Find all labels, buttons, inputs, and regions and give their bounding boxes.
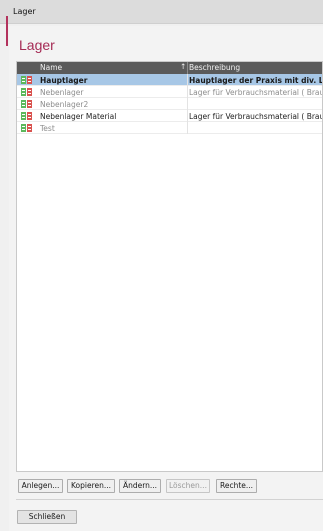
warehouse-shelf-icon bbox=[21, 112, 33, 120]
delete-button[interactable]: Löschen... bbox=[166, 479, 210, 493]
column-header-description[interactable]: Beschreibung bbox=[189, 63, 240, 72]
sort-asc-icon: ↑ bbox=[180, 62, 187, 71]
cell-separator bbox=[187, 110, 188, 122]
cell-separator bbox=[187, 86, 188, 98]
page-title: Lager bbox=[19, 37, 55, 53]
row-name: Nebenlager2 bbox=[40, 100, 89, 109]
row-name: Nebenlager Material bbox=[40, 112, 117, 121]
window-titlebar: Lager bbox=[0, 0, 323, 46]
create-button[interactable]: Anlegen... bbox=[18, 479, 63, 493]
cell-separator bbox=[187, 74, 188, 86]
row-description: Lager für Verbrauchsmaterial ( Braun bbox=[189, 112, 323, 121]
table-row[interactable]: Nebenlager2 bbox=[17, 98, 322, 110]
cell-separator bbox=[187, 98, 188, 110]
warehouse-shelf-icon bbox=[21, 124, 33, 132]
column-header-name[interactable]: Name bbox=[40, 63, 62, 72]
row-name: Test bbox=[40, 124, 55, 133]
close-button[interactable]: Schließen bbox=[17, 510, 77, 524]
warehouse-shelf-icon bbox=[21, 100, 33, 108]
copy-button[interactable]: Kopieren... bbox=[67, 479, 115, 493]
table-row[interactable]: Test bbox=[17, 122, 322, 134]
storage-table[interactable]: Name ↑ Beschreibung Hauptlager Hauptlage… bbox=[16, 61, 323, 472]
cell-separator bbox=[187, 122, 188, 134]
window-title: Lager bbox=[13, 7, 36, 16]
row-description: Lager für Verbrauchsmaterial ( Braun bbox=[189, 88, 323, 97]
row-name: Nebenlager bbox=[40, 88, 84, 97]
row-description: Hauptlager der Praxis mit div. La bbox=[189, 76, 323, 85]
column-separator[interactable] bbox=[187, 62, 188, 74]
rights-button[interactable]: Rechte... bbox=[216, 479, 257, 493]
warehouse-shelf-icon bbox=[21, 88, 33, 96]
table-header: Name ↑ Beschreibung bbox=[17, 62, 322, 74]
edit-button[interactable]: Ändern... bbox=[119, 479, 161, 493]
divider bbox=[16, 499, 323, 500]
table-row[interactable]: Nebenlager Material Lager für Verbrauchs… bbox=[17, 110, 322, 122]
table-row[interactable]: Nebenlager Lager für Verbrauchsmaterial … bbox=[17, 86, 322, 98]
table-row[interactable]: Hauptlager Hauptlager der Praxis mit div… bbox=[17, 74, 322, 86]
accent-edge bbox=[6, 16, 8, 46]
row-name: Hauptlager bbox=[40, 76, 88, 85]
warehouse-shelf-icon bbox=[21, 76, 33, 84]
